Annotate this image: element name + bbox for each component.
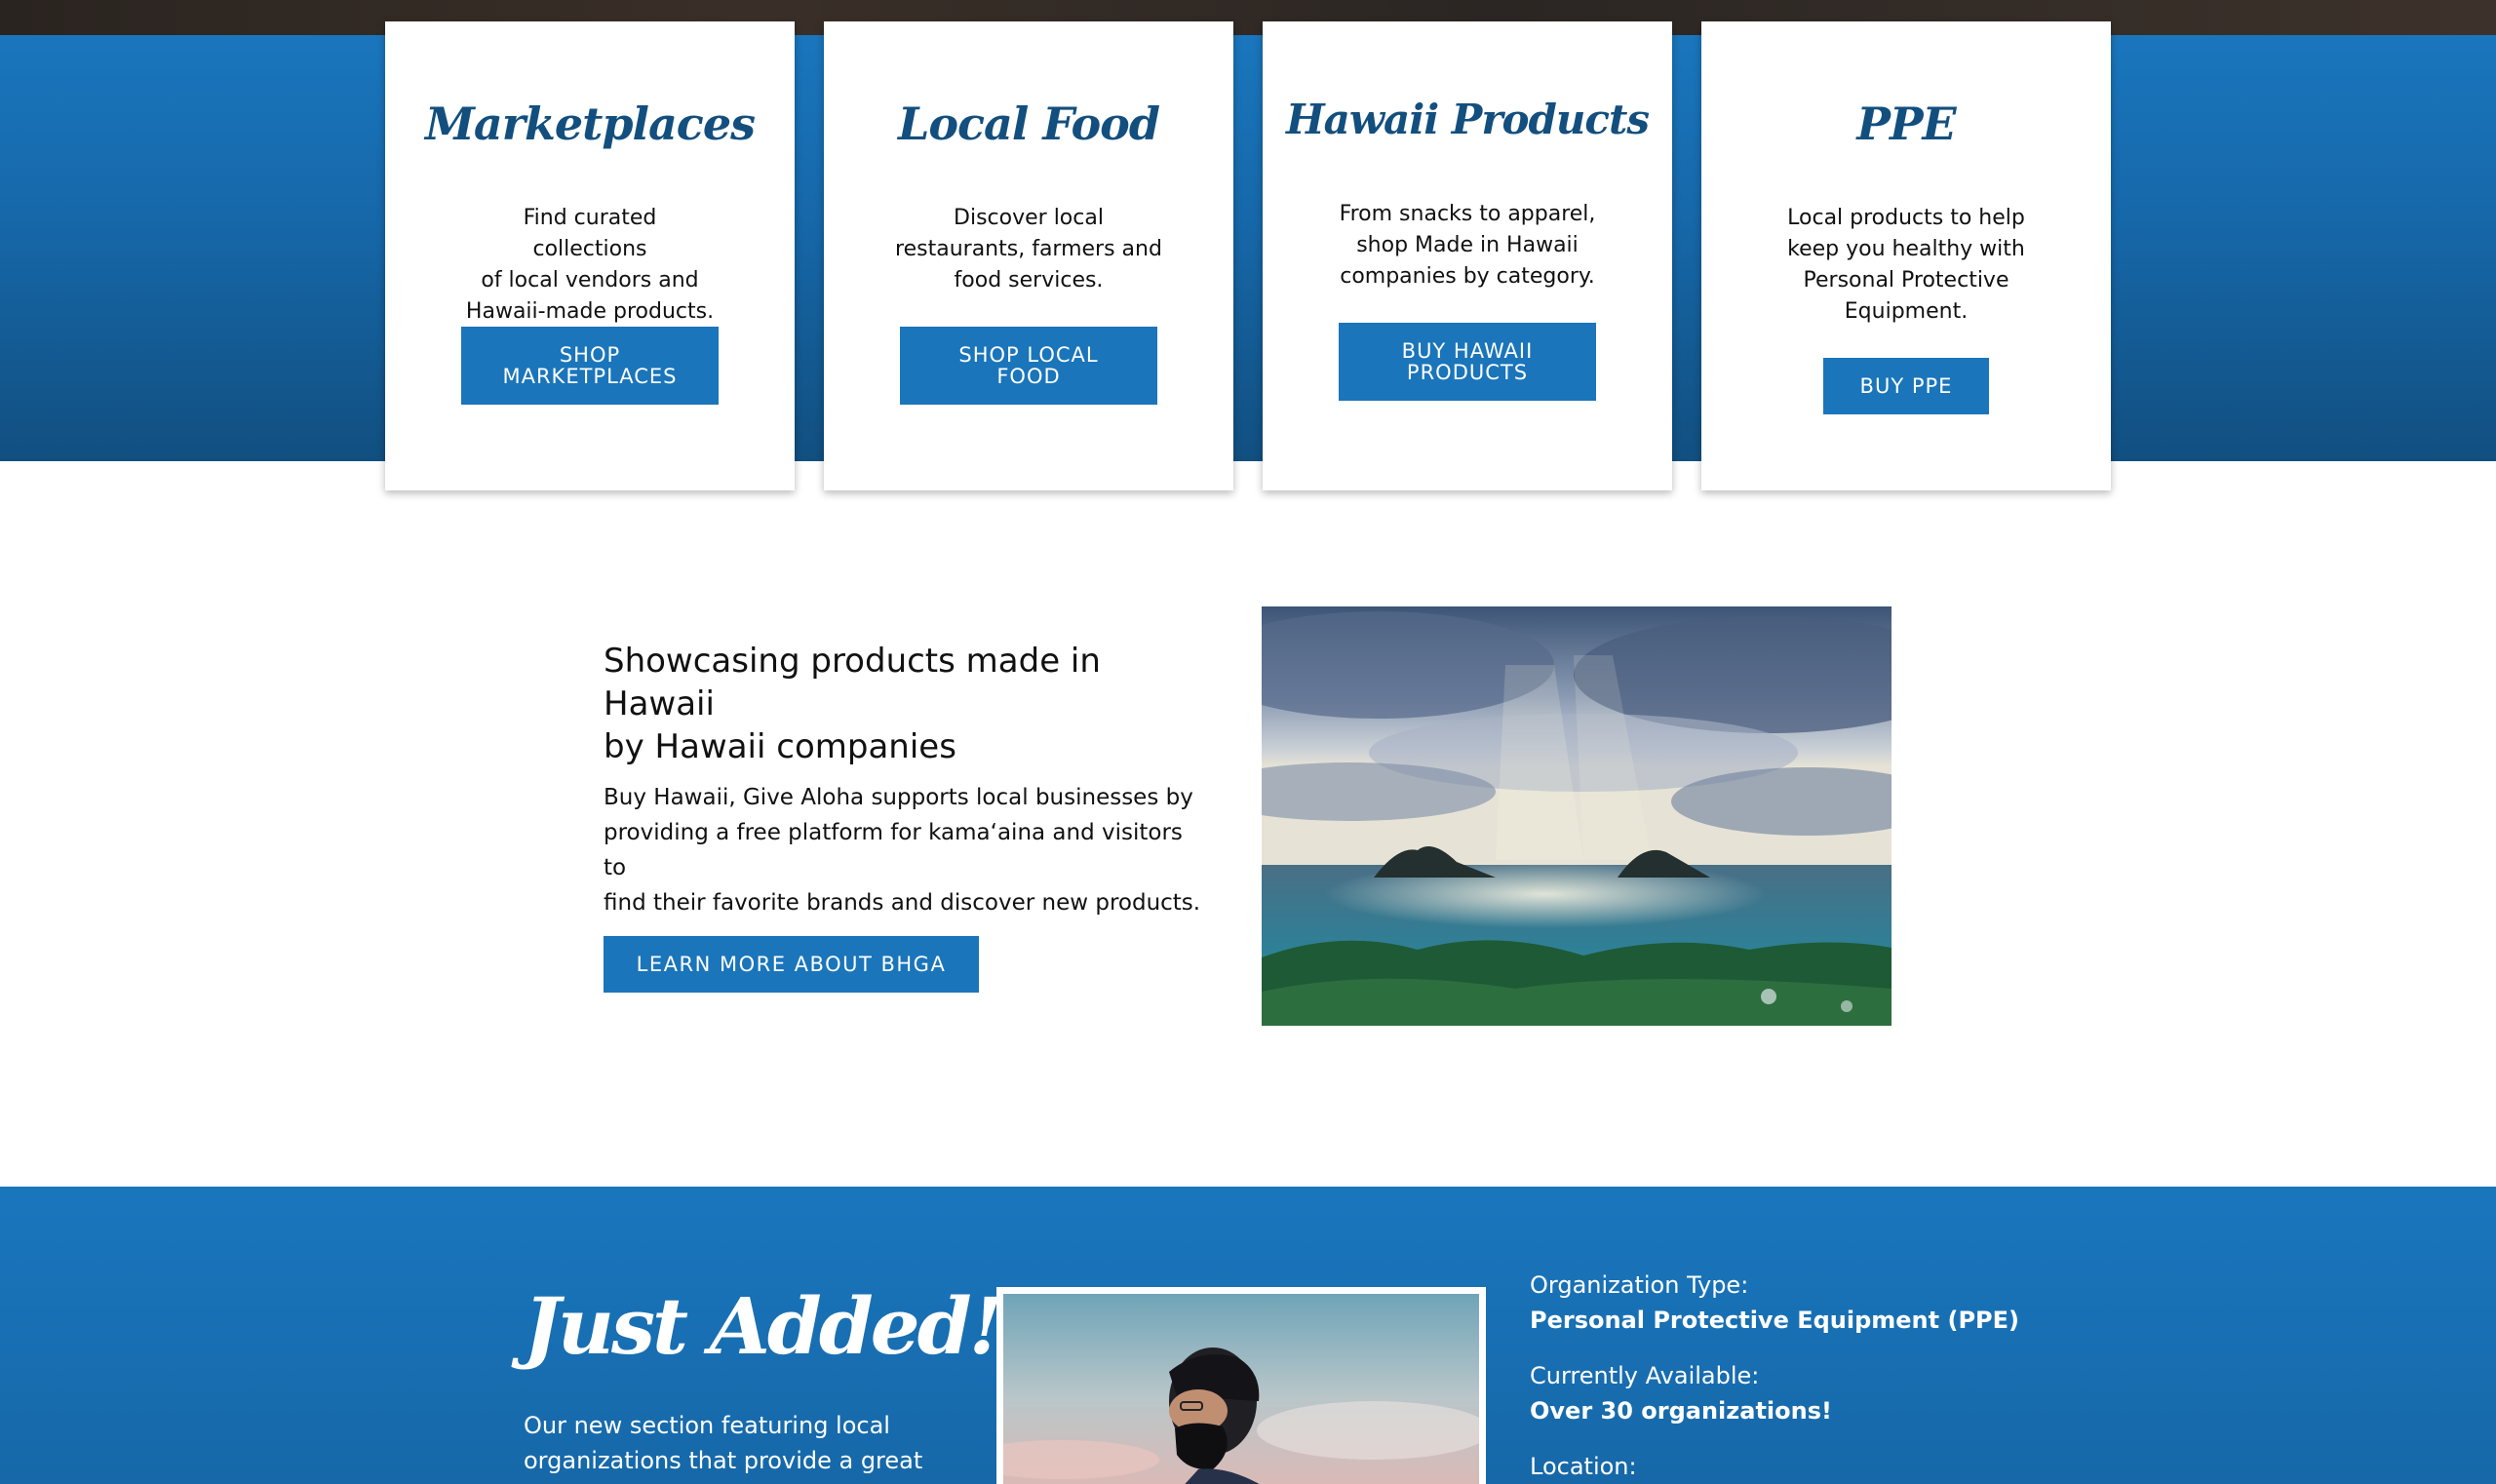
card-title: PPE [1856,98,1956,150]
heading-line: by Hawaii companies [604,727,956,766]
card-title: Marketplaces [425,98,756,150]
about-text-line: find their favorite brands and discover … [604,890,1201,916]
card-desc-line: keep you healthy with [1787,237,2025,261]
info-currently-available: Currently Available: Over 30 organizatio… [1530,1358,1832,1428]
just-added-photo-frame [996,1287,1486,1484]
card-ppe: PPE Local products to help keep you heal… [1701,21,2111,490]
info-location: Location: [1530,1449,1637,1484]
card-description: Discover local restaurants, farmers and … [892,203,1165,296]
hero-image-strip [0,0,2496,37]
info-organization-type: Organization Type: Personal Protective E… [1530,1268,2019,1338]
about-text-line: providing a free platform for kama‘aina … [604,820,1183,880]
card-desc-line: food services. [954,268,1104,293]
card-desc-line: Hawaii-made products. [465,299,715,324]
hawaii-islands-photo [1262,606,1892,1026]
button-label-line: BUY HAWAII [1401,339,1534,363]
just-added-text-line: Our new section featuring local [524,1412,890,1439]
about-text-line: Buy Hawaii, Give Aloha supports local bu… [604,785,1193,810]
button-label-line: PRODUCTS [1406,361,1529,384]
card-title: Hawaii Products [1285,96,1650,143]
about-heading: Showcasing products made in Hawaii by Ha… [604,640,1208,768]
card-desc-line: shop Made in Hawaii [1356,233,1579,257]
card-local-food: Local Food Discover local restaurants, f… [824,21,1233,490]
masked-person-image [1003,1294,1479,1484]
button-label-line: MARKETPLACES [502,365,678,388]
card-desc-line: Local products to help [1787,206,2025,230]
card-description: Local products to help keep you healthy … [1779,203,2033,328]
card-title: Local Food [898,98,1160,150]
info-label: Organization Type: [1530,1271,1749,1299]
button-label-line: SHOP LOCAL [958,343,1099,367]
card-desc-line: Personal Protective [1803,268,2009,293]
person-mask-photo [1003,1294,1479,1484]
card-marketplaces: Marketplaces Find curated collections of… [385,21,795,490]
card-desc-line: Find curated collections [523,206,657,261]
card-description: From snacks to apparel, shop Made in Haw… [1331,199,1604,293]
shop-local-food-button[interactable]: SHOP LOCAL FOOD [900,327,1157,405]
card-desc-line: of local vendors and [481,268,699,293]
heading-line: Showcasing products made in Hawaii [604,642,1101,723]
card-description: Find curated collections of local vendor… [463,203,717,328]
card-desc-line: restaurants, farmers and [895,237,1162,261]
info-value: Over 30 organizations! [1530,1397,1832,1425]
buy-ppe-button[interactable]: BUY PPE [1823,358,1989,414]
card-desc-line: Discover local [954,206,1104,230]
info-label: Location: [1530,1453,1637,1480]
about-description: Buy Hawaii, Give Aloha supports local bu… [604,780,1208,920]
button-label-line: SHOP [559,343,621,367]
just-added-title: Just Added! [524,1280,1003,1372]
card-desc-line: Equipment. [1844,299,1969,324]
card-desc-line: From snacks to apparel, [1339,202,1596,226]
learn-more-button[interactable]: LEARN MORE ABOUT BHGA [604,936,979,993]
shop-marketplaces-button[interactable]: SHOP MARKETPLACES [461,327,719,405]
islands-seascape-image [1262,606,1892,1026]
info-label: Currently Available: [1530,1362,1760,1389]
button-label-line: FOOD [996,365,1061,388]
info-value: Personal Protective Equipment (PPE) [1530,1307,2019,1334]
category-band [0,35,2496,461]
just-added-text-line: organizations that provide a great [524,1447,923,1474]
card-hawaii-products: Hawaii Products From snacks to apparel, … [1263,21,1672,490]
card-desc-line: companies by category. [1340,264,1595,289]
button-label: BUY PPE [1859,374,1953,398]
just-added-description: Our new section featuring local organiza… [524,1408,933,1478]
buy-hawaii-products-button[interactable]: BUY HAWAII PRODUCTS [1339,323,1596,401]
